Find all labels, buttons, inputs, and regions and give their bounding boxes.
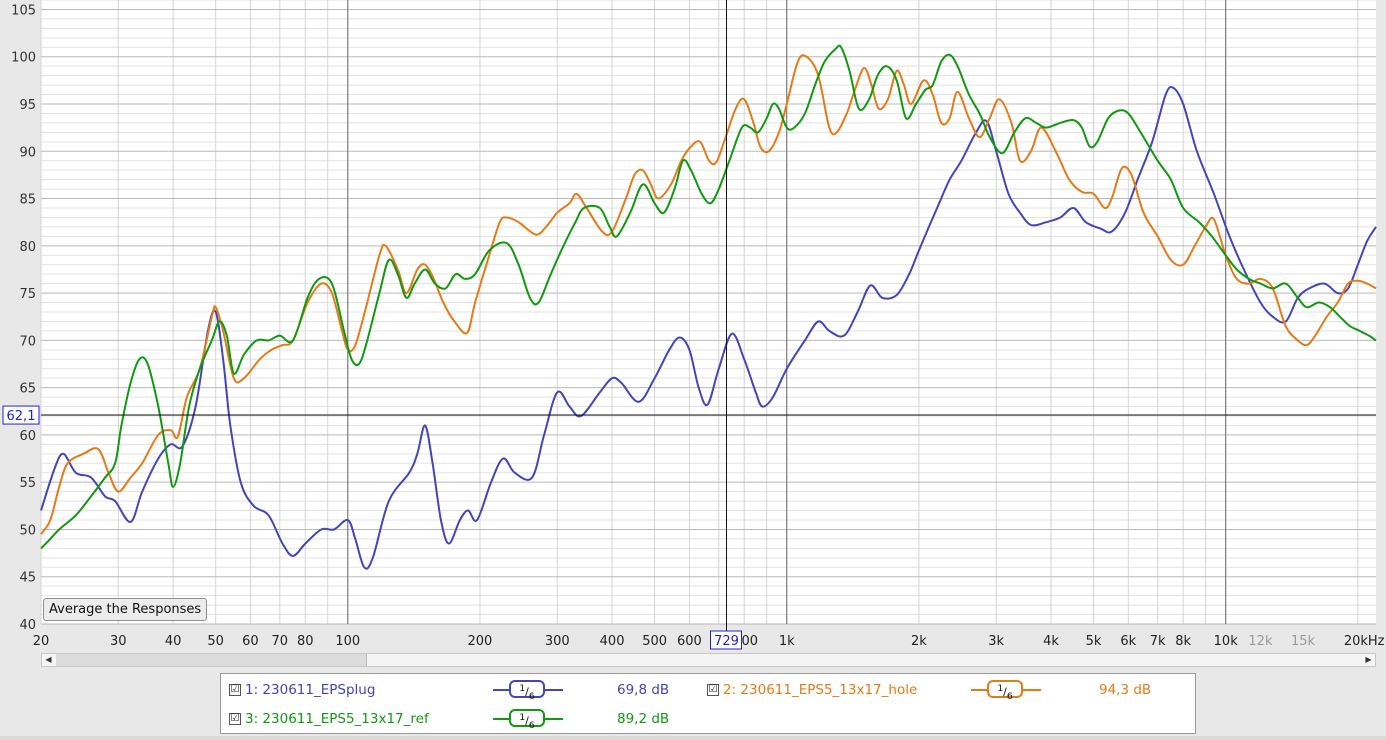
x-tick-label: 300 [545, 634, 570, 649]
cursor-x-readout: 729 [714, 634, 739, 649]
y-tick-label: 60 [19, 429, 36, 444]
x-tick-label: 5k [1086, 634, 1102, 649]
x-tick-label: 1k [779, 634, 795, 649]
frequency-response-chart[interactable]: 40 45 50 55 60 65 70 75 80 85 90 95 100 105 62,1 20 30 4… [0, 0, 1386, 652]
y-tick-label: 90 [19, 145, 36, 160]
x-tick-label: 200 [468, 634, 493, 649]
status-strip [0, 736, 1386, 740]
legend-item-ref: ☑ 3: 230611_EPS5_13x17_ref 1/6 89,2 dB [229, 709, 689, 731]
x-tick-label: 8k [1175, 634, 1191, 649]
cursor-y-readout: 62,1 [7, 409, 36, 424]
y-tick-label: 85 [19, 193, 36, 208]
x-tick-label: 20kHz [1344, 634, 1385, 649]
horizontal-scrollbar[interactable]: ◀ ▶ [41, 653, 1376, 667]
y-tick-label: 40 [19, 618, 36, 633]
x-tick-label: 4k [1043, 634, 1059, 649]
smoothing-num: 1 [519, 683, 526, 694]
legend-panel: ☑ 1: 230611_EPSplug 1/6 69,8 dB ☑ 2: 230… [220, 673, 1196, 734]
smoothing-den: 6 [528, 690, 535, 702]
x-tick-label: 6k [1120, 634, 1136, 649]
smoothing-selector[interactable]: 1/6 [971, 680, 1041, 702]
y-tick-label: 55 [19, 476, 36, 491]
x-tick-label: 20 [33, 634, 50, 649]
x-tick-label: 2k [911, 634, 927, 649]
x-tick-label: 600 [677, 634, 702, 649]
smoothing-num: 1 [519, 712, 526, 723]
smoothing-badge[interactable]: 1/6 [509, 709, 545, 731]
legend-label[interactable]: 3: 230611_EPS5_13x17_ref [245, 711, 429, 727]
x-tick-label: 15k [1291, 634, 1316, 649]
y-tick-label: 45 [19, 571, 36, 586]
y-tick-label: 80 [19, 240, 36, 255]
legend-label[interactable]: 1: 230611_EPSplug [245, 682, 375, 698]
scroll-left-icon[interactable]: ◀ [42, 654, 55, 666]
smoothing-num: 1 [997, 683, 1004, 694]
x-tick-label: 10k [1214, 634, 1239, 649]
x-tick-label-partial: 00 [741, 634, 758, 649]
x-tick-label: 70 [272, 634, 289, 649]
legend-label[interactable]: 2: 230611_EPS5_13x17_hole [723, 682, 917, 698]
x-tick-label: 3k [988, 634, 1004, 649]
y-tick-label: 70 [19, 334, 36, 349]
x-tick-label: 30 [110, 634, 127, 649]
scroll-right-icon[interactable]: ▶ [1362, 654, 1375, 666]
legend-checkbox[interactable]: ☑ [229, 684, 241, 696]
smoothing-badge[interactable]: 1/6 [509, 680, 545, 702]
smoothing-selector[interactable]: 1/6 [493, 680, 563, 702]
y-tick-label: 105 [11, 3, 36, 18]
legend-item-epsplug: ☑ 1: 230611_EPSplug 1/6 69,8 dB [229, 680, 689, 702]
y-tick-label: 95 [19, 98, 36, 113]
smoothing-selector[interactable]: 1/6 [493, 709, 563, 731]
x-tick-label: 100 [335, 634, 360, 649]
x-tick-label: 50 [207, 634, 224, 649]
smoothing-badge[interactable]: 1/6 [987, 680, 1023, 702]
legend-value: 89,2 dB [617, 711, 670, 727]
y-tick-label: 50 [19, 523, 36, 538]
x-tick-label: 7k [1150, 634, 1166, 649]
legend-value: 69,8 dB [617, 682, 670, 698]
legend-checkbox[interactable]: ☑ [707, 684, 719, 696]
legend-value: 94,3 dB [1099, 682, 1152, 698]
x-tick-label: 80 [297, 634, 314, 649]
average-responses-button[interactable]: Average the Responses [43, 598, 208, 621]
x-tick-label: 400 [600, 634, 625, 649]
legend-item-hole: ☑ 2: 230611_EPS5_13x17_hole 1/6 94,3 dB [707, 680, 1167, 702]
y-tick-label: 75 [19, 287, 36, 302]
y-tick-label: 100 [11, 51, 36, 66]
x-tick-label: 12k [1248, 634, 1273, 649]
smoothing-den: 6 [1006, 690, 1013, 702]
smoothing-den: 6 [528, 719, 535, 731]
scrollbar-thumb[interactable] [56, 654, 367, 666]
x-tick-label: 40 [165, 634, 182, 649]
y-tick-label: 65 [19, 382, 36, 397]
x-tick-label: 60 [242, 634, 259, 649]
legend-checkbox[interactable]: ☑ [229, 713, 241, 725]
x-tick-label: 500 [642, 634, 667, 649]
